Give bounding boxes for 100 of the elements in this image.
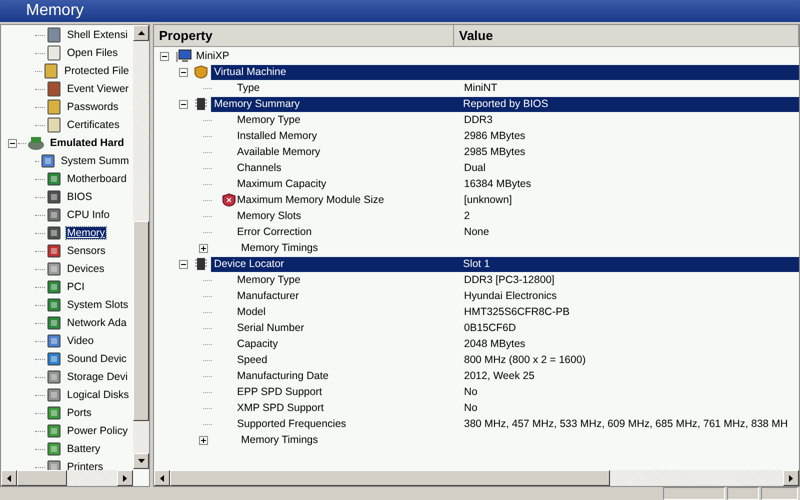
property-value: Hyundai Electronics xyxy=(464,290,558,302)
scroll-down-button[interactable] xyxy=(133,453,149,469)
horizontal-scrollbar[interactable] xyxy=(1,470,133,486)
property-name: Maximum Memory Module Size xyxy=(237,194,386,206)
sidebar-item[interactable]: Ports xyxy=(66,407,93,419)
property-name: Available Memory xyxy=(237,146,322,158)
property-name: Capacity xyxy=(237,338,279,350)
property-name: EPP SPD Support xyxy=(237,386,324,398)
property-name: Memory Type xyxy=(237,114,302,126)
left-arrow-icon xyxy=(7,474,11,482)
property-name: Type xyxy=(237,82,261,94)
sidebar-item[interactable]: Emulated Hard xyxy=(49,137,126,149)
sidebar-item[interactable]: Motherboard xyxy=(66,173,128,185)
property-value: No xyxy=(464,386,478,398)
section-label: Device Locator xyxy=(213,258,286,270)
shield-icon xyxy=(194,65,208,79)
sidebar-item[interactable]: Passwords xyxy=(66,101,120,113)
scroll-right-button[interactable] xyxy=(783,470,799,486)
sidebar-item[interactable]: Printers xyxy=(66,461,104,473)
property-value: 0B15CF6D xyxy=(464,322,517,334)
sidebar-item[interactable]: System Slots xyxy=(66,299,130,311)
right-arrow-icon xyxy=(789,474,793,482)
property-value: DDR3 [PC3-12800] xyxy=(464,274,556,286)
vertical-scrollbar[interactable] xyxy=(133,25,149,469)
section-value: Reported by BIOS xyxy=(462,98,548,110)
section-row[interactable]: Device Locator Slot 1 xyxy=(211,256,799,272)
property-value: 2986 MBytes xyxy=(464,130,526,142)
property-value: 380 MHz, 457 MHz, 533 MHz, 609 MHz, 685 MHz, 761 MHz, 838 MH xyxy=(464,418,789,430)
sidebar-item[interactable]: Sensors xyxy=(66,245,107,257)
left-arrow-icon xyxy=(160,474,164,482)
property-name: Supported Frequencies xyxy=(237,418,348,430)
scroll-left-button[interactable] xyxy=(1,470,17,486)
sidebar-item[interactable]: CPU Info xyxy=(66,209,111,221)
sidebar-item[interactable]: BIOS xyxy=(66,191,94,203)
property-name: Speed xyxy=(237,354,268,366)
document-icon xyxy=(46,45,62,61)
property-value: DDR3 xyxy=(464,114,494,126)
property-value: MiniNT xyxy=(464,82,498,94)
section-row[interactable]: Virtual Machine xyxy=(211,64,799,80)
collapse-icon[interactable] xyxy=(8,138,17,148)
sidebar-item[interactable]: Logical Disks xyxy=(66,389,130,401)
section-value: Slot 1 xyxy=(462,258,490,270)
property-value: 800 MHz (800 x 2 = 1600) xyxy=(464,354,587,366)
sidebar-item[interactable]: Video xyxy=(66,335,95,347)
property-value: None xyxy=(464,226,490,238)
property-name: Channels xyxy=(237,162,282,174)
scroll-left-button[interactable] xyxy=(154,470,170,486)
property-value: No xyxy=(464,402,478,414)
column-header[interactable]: Value xyxy=(454,25,799,46)
section-label: Virtual Machine xyxy=(213,66,288,78)
tree-node[interactable]: MiniXP xyxy=(195,50,230,62)
sidebar-item[interactable]: System Summ xyxy=(60,155,130,167)
sidebar-item[interactable]: Shell Extensi xyxy=(66,29,129,41)
sidebar-item[interactable]: Storage Devi xyxy=(66,371,129,383)
property-name: Memory Timings xyxy=(241,434,320,446)
column-header[interactable]: Property xyxy=(154,25,454,46)
property-name: Manufacturing Date xyxy=(237,370,330,382)
window-title: Memory xyxy=(26,2,84,20)
scroll-thumb[interactable] xyxy=(170,470,610,486)
sidebar-item[interactable]: Event Viewer xyxy=(66,83,130,95)
sidebar-item[interactable]: Memory xyxy=(66,227,106,239)
sidebar-item[interactable]: Sound Devic xyxy=(66,353,128,365)
right-arrow-icon xyxy=(123,474,127,482)
property-value: Dual xyxy=(464,162,487,174)
property-name: Memory Type xyxy=(237,274,302,286)
scroll-thumb[interactable] xyxy=(133,221,149,421)
sidebar-item[interactable]: Certificates xyxy=(66,119,121,131)
scroll-right-button[interactable] xyxy=(117,470,133,486)
property-value: 16384 MBytes xyxy=(464,178,532,190)
sidebar-item[interactable]: Protected File xyxy=(63,65,130,77)
sidebar-item[interactable]: Power Policy xyxy=(66,425,129,437)
sidebar-item[interactable]: Battery xyxy=(66,443,102,455)
property-name: Installed Memory xyxy=(237,130,318,142)
sidebar-item[interactable]: Devices xyxy=(66,263,106,275)
section-row[interactable]: Memory Summary Reported by BIOS xyxy=(211,96,799,112)
scroll-thumb[interactable] xyxy=(17,470,67,486)
property-name: Memory Timings xyxy=(241,242,320,254)
property-value: 2 xyxy=(464,210,471,222)
down-arrow-icon xyxy=(138,459,144,463)
computer-icon xyxy=(176,49,192,63)
horizontal-scrollbar[interactable] xyxy=(154,470,799,486)
property-name: XMP SPD Support xyxy=(237,402,325,414)
property-value: 2985 MBytes xyxy=(464,146,526,158)
up-arrow-icon xyxy=(138,31,144,35)
sidebar-item[interactable]: Open Files xyxy=(66,47,119,59)
property-value: 2012, Week 25 xyxy=(464,370,536,382)
collapse-icon[interactable] xyxy=(179,68,188,76)
sidebar-item[interactable]: Network Ada xyxy=(66,317,128,329)
collapse-icon[interactable] xyxy=(160,52,169,60)
property-name: Memory Slots xyxy=(237,210,302,222)
property-name: Manufacturer xyxy=(237,290,300,302)
section-label: Memory Summary xyxy=(213,98,301,110)
property-name: Serial Number xyxy=(237,322,306,334)
sidebar-item[interactable]: PCI xyxy=(66,281,86,293)
collapse-icon[interactable] xyxy=(179,100,188,108)
collapse-icon[interactable] xyxy=(179,260,188,268)
property-name: Error Correction xyxy=(237,226,313,238)
expand-icon[interactable] xyxy=(199,436,208,444)
expand-icon[interactable] xyxy=(199,244,208,252)
scroll-up-button[interactable] xyxy=(133,25,149,41)
